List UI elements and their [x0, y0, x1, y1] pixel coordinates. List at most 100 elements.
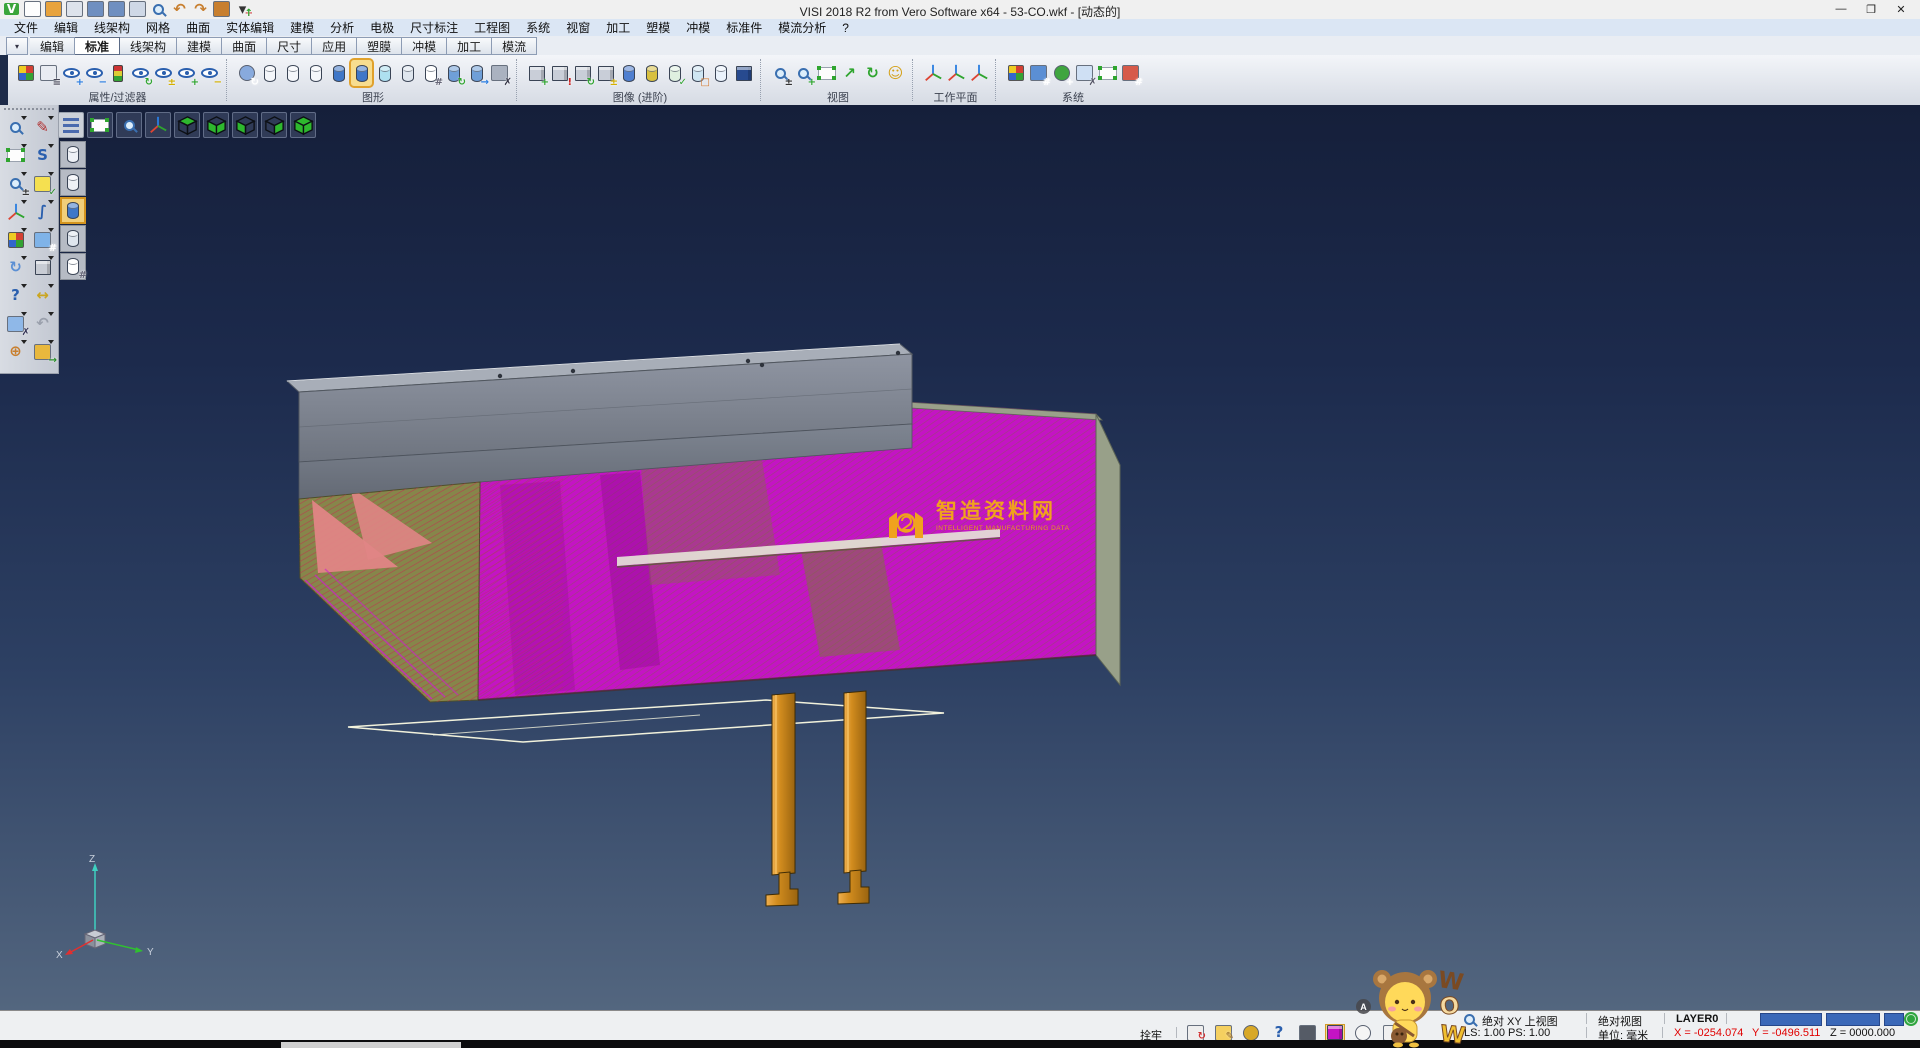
tab-3[interactable]: 建模 — [177, 37, 222, 55]
cylinder-stripe-blue-icon[interactable] — [618, 60, 639, 86]
tab-8[interactable]: 冲模 — [402, 37, 447, 55]
tab-10[interactable]: 模流 — [492, 37, 537, 55]
status-box-3[interactable] — [1884, 1013, 1904, 1026]
undo-gray-icon[interactable]: ↶ — [30, 311, 55, 336]
cylinder-flat-icon[interactable] — [397, 60, 418, 86]
eye-add-icon[interactable]: + — [61, 60, 82, 86]
navigation-wheel-icon[interactable]: ⊕ — [3, 339, 28, 364]
taskbar[interactable] — [0, 1040, 1920, 1048]
menu-item-5[interactable]: 实体编辑 — [218, 19, 282, 36]
model-3d[interactable] — [0, 105, 1920, 1010]
menu-item-14[interactable]: 塑模 — [638, 19, 678, 36]
menu-item-8[interactable]: 电极 — [362, 19, 402, 36]
workplane-origin-icon[interactable] — [922, 60, 943, 86]
workplane-view-icon[interactable] — [968, 60, 989, 86]
view-left-icon[interactable] — [232, 112, 258, 138]
gem-box-icon[interactable] — [1326, 1025, 1344, 1040]
help-status-icon[interactable]: ? — [1270, 1025, 1288, 1040]
menu-item-16[interactable]: 标准件 — [718, 19, 770, 36]
tab-1[interactable]: 标准 — [75, 37, 120, 55]
tab-7[interactable]: 塑膜 — [357, 37, 402, 55]
view-right-icon[interactable] — [261, 112, 287, 138]
refresh-graphics-icon[interactable]: ↻ — [236, 60, 257, 86]
menu-item-18[interactable]: ? — [834, 21, 857, 35]
cylinder-shaded-icon[interactable] — [328, 60, 349, 86]
cylinder-hidden-line-icon[interactable] — [282, 60, 303, 86]
cylinder-regen-icon[interactable]: ↻ — [443, 60, 464, 86]
view-top-icon[interactable] — [174, 112, 200, 138]
sync-lock-icon[interactable]: ↻ — [1186, 1025, 1204, 1040]
color-palette-icon[interactable] — [1005, 60, 1026, 86]
menu-item-17[interactable]: 模流分析 — [770, 19, 834, 36]
solid-toggle-icon[interactable]: ± — [595, 60, 616, 86]
cylinder-dashed-icon[interactable] — [305, 60, 326, 86]
maximize-button[interactable]: ❐ — [1856, 0, 1886, 18]
zoom-window-icon[interactable]: + — [793, 60, 814, 86]
zoom-in-out-icon[interactable]: ± — [770, 60, 791, 86]
cylinder-texture-icon[interactable]: □ — [687, 60, 708, 86]
cylinder-shaded-edges-icon[interactable] — [351, 60, 372, 86]
view-iso-icon[interactable] — [290, 112, 316, 138]
attributes-icon[interactable] — [3, 227, 28, 252]
shade-view-icon[interactable]: ☺ — [885, 60, 906, 86]
shaded-cube-icon[interactable] — [30, 255, 55, 280]
regenerate-icon[interactable]: ↻ — [3, 255, 28, 280]
menu-item-12[interactable]: 视窗 — [558, 19, 598, 36]
zoom-extents-icon[interactable] — [87, 112, 113, 138]
key-icon[interactable] — [1242, 1025, 1260, 1040]
grid-settings-icon[interactable]: # — [1120, 60, 1141, 86]
zoom-highlight-icon[interactable] — [3, 115, 28, 140]
cylinder-transparent-icon[interactable] — [374, 60, 395, 86]
menu-item-6[interactable]: 建模 — [282, 19, 322, 36]
viewport-3d[interactable]: ✎S±✓∫#↻?↔✗↶⊕→ # Z X Y 智造资料网 INTELLIGENT … — [0, 105, 1920, 1010]
delete-trash-icon[interactable]: ✗ — [3, 311, 28, 336]
validate-icon[interactable]: ✓ — [30, 171, 55, 196]
eye-show-icon[interactable]: + — [176, 60, 197, 86]
axis-orientation-icon[interactable] — [145, 112, 171, 138]
menu-item-4[interactable]: 曲面 — [178, 19, 218, 36]
menu-item-15[interactable]: 冲模 — [678, 19, 718, 36]
undo-icon[interactable]: ↶ — [171, 1, 188, 17]
menu-item-11[interactable]: 系统 — [518, 19, 558, 36]
cylinder-mesh-icon[interactable]: # — [420, 60, 441, 86]
globe-icon[interactable] — [1902, 1011, 1920, 1026]
solid-filter-icon[interactable]: ! — [549, 60, 570, 86]
layer-label[interactable]: LAYER0 — [1676, 1013, 1718, 1025]
doc-preview-icon[interactable]: ≡ — [38, 60, 59, 86]
save-as-icon[interactable]: + — [108, 1, 125, 17]
zoom-dynamic-icon-inner[interactable] — [119, 112, 139, 138]
open-file-icon[interactable] — [45, 1, 62, 17]
menu-item-2[interactable]: 线架构 — [86, 19, 138, 36]
taskbar-item[interactable] — [281, 1042, 461, 1048]
zoom-extents-icon-inner[interactable] — [90, 112, 110, 138]
redo-icon[interactable]: ↷ — [192, 1, 209, 17]
menu-item-3[interactable]: 网格 — [138, 19, 178, 36]
tab-6[interactable]: 应用 — [312, 37, 357, 55]
filter-traffic-light-icon[interactable] — [107, 60, 128, 86]
cylinder-wireframe-icon[interactable] — [259, 60, 280, 86]
solid-shaded-icon[interactable] — [733, 60, 754, 86]
stamp-icon[interactable] — [213, 1, 230, 17]
eye-hide-icon[interactable]: − — [199, 60, 220, 86]
wcs-icon[interactable] — [3, 199, 28, 224]
sketch-edit-icon[interactable]: ✎ — [30, 115, 55, 140]
display-hidden-mode[interactable] — [60, 169, 86, 196]
menu-item-1[interactable]: 编辑 — [46, 19, 86, 36]
status-box-2[interactable] — [1826, 1013, 1880, 1026]
eye-toggle-icon[interactable]: ± — [153, 60, 174, 86]
pick-edit-icon[interactable]: ✎ — [1214, 1025, 1232, 1040]
eye-remove-icon[interactable]: − — [84, 60, 105, 86]
cylinder-copy-icon[interactable]: → — [466, 60, 487, 86]
display-shaded-edge-mode[interactable] — [60, 225, 86, 252]
zoom-in-out-icon[interactable]: ± — [3, 171, 28, 196]
preview-icon[interactable] — [150, 1, 167, 17]
tab-4[interactable]: 曲面 — [222, 37, 267, 55]
window-options-icon[interactable]: ✗ — [1074, 60, 1095, 86]
menu-item-13[interactable]: 加工 — [598, 19, 638, 36]
tab-dropdown-icon[interactable]: ▾ — [6, 37, 28, 55]
selection-frame-icon[interactable] — [3, 143, 28, 168]
eye-refresh-icon[interactable]: ↻ — [130, 60, 151, 86]
status-box-1[interactable] — [1760, 1013, 1822, 1026]
cylinder-wire-blue-icon[interactable] — [710, 60, 731, 86]
help-icon[interactable]: ? — [3, 283, 28, 308]
